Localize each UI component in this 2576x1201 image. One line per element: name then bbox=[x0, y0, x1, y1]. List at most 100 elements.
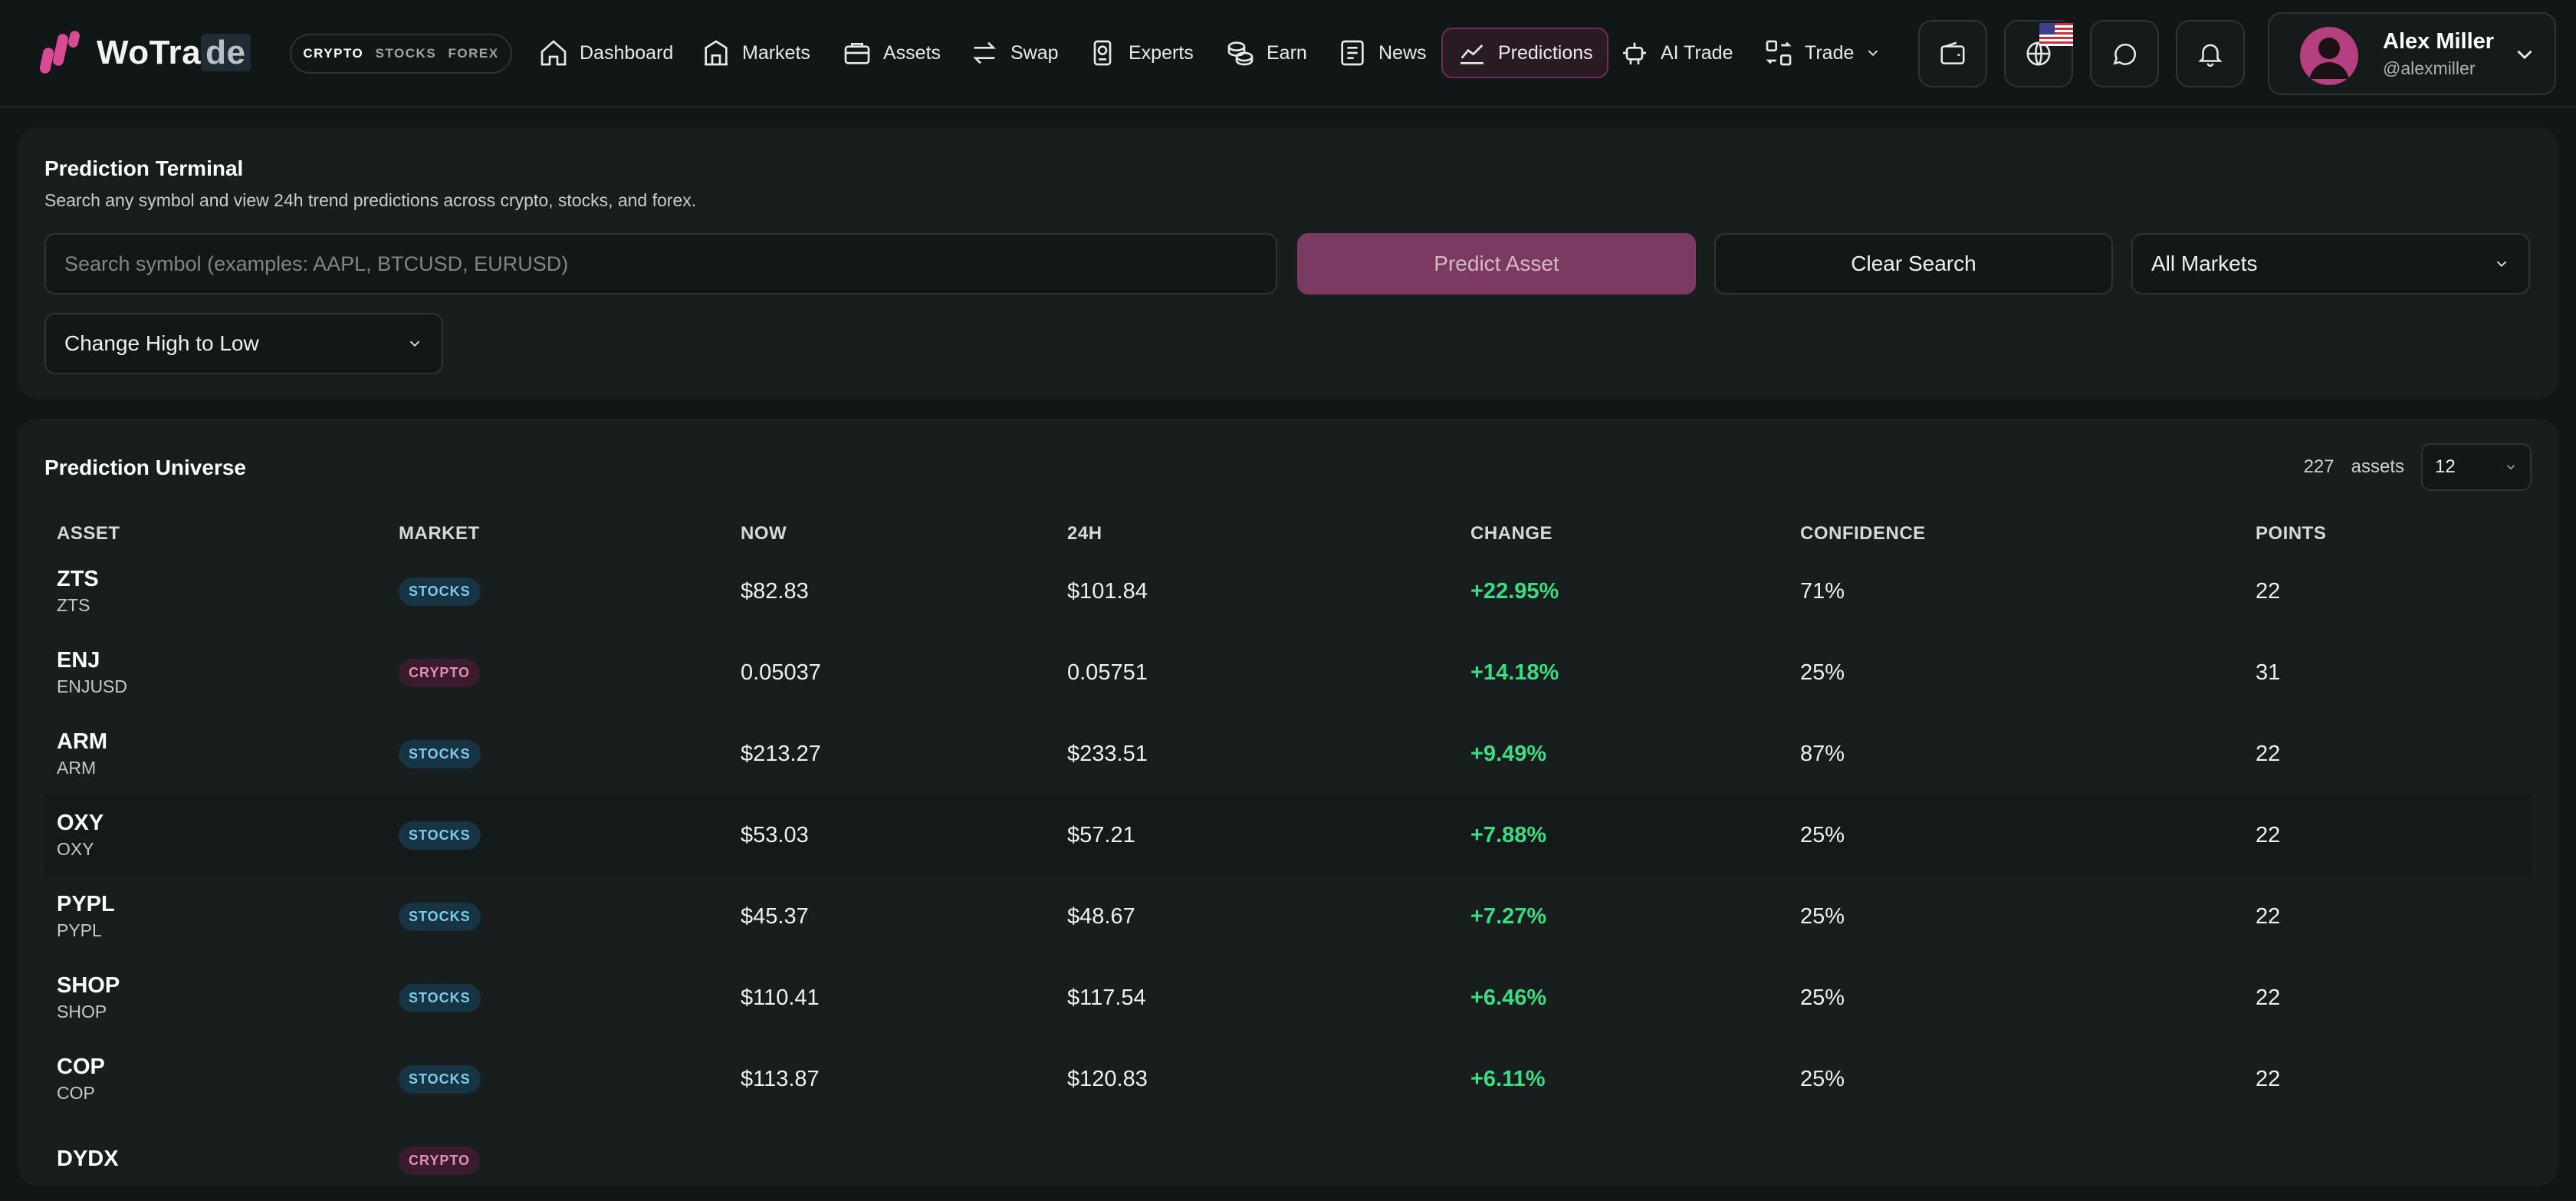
nav-predictions[interactable]: Predictions bbox=[1441, 28, 1608, 78]
chevron-down-icon bbox=[2506, 465, 2515, 470]
language-button[interactable] bbox=[2004, 20, 2073, 87]
change-cell: +14.18% bbox=[1470, 660, 1559, 685]
brand-name: WoTra de bbox=[97, 34, 251, 72]
briefcase-icon bbox=[844, 43, 870, 64]
chat-icon bbox=[2113, 43, 2136, 65]
change-cell: +9.49% bbox=[1470, 741, 1547, 766]
market-cell: STOCKS bbox=[386, 957, 728, 1038]
nav-news[interactable]: News bbox=[1323, 28, 1441, 78]
market-cell: STOCKS bbox=[386, 1038, 728, 1120]
nav-experts[interactable]: Experts bbox=[1073, 28, 1208, 78]
points-cell bbox=[2243, 1120, 2532, 1201]
sort-select[interactable]: Change High to Low bbox=[44, 313, 443, 374]
points-cell: 31 bbox=[2256, 660, 2281, 685]
sort-value: Change High to Low bbox=[64, 331, 259, 355]
predicted-24h-cell: $120.83 bbox=[1067, 1066, 1148, 1091]
market-badge: CRYPTO bbox=[399, 1147, 481, 1175]
change-cell: +22.95% bbox=[1470, 578, 1559, 604]
now-price-cell bbox=[728, 1120, 1055, 1201]
asset-symbol: ZTS bbox=[57, 567, 99, 591]
asset-ticker: ENJUSD bbox=[57, 676, 128, 696]
nav-trade[interactable]: Trade bbox=[1750, 28, 1895, 78]
newspaper-icon bbox=[1341, 40, 1364, 66]
chart-line-icon bbox=[1460, 44, 1484, 64]
market-badge: STOCKS bbox=[399, 903, 481, 931]
notifications-button[interactable] bbox=[2176, 20, 2245, 87]
market-switch-forex[interactable]: FOREX bbox=[449, 46, 499, 61]
nav-markets[interactable]: Markets bbox=[687, 28, 824, 78]
predicted-24h-cell: 0.05751 bbox=[1067, 660, 1148, 685]
column-header-24h[interactable]: 24H bbox=[1055, 517, 1458, 551]
asset-count: 227 assets 12 bbox=[2304, 443, 2532, 491]
asset-ticker: ZTS bbox=[57, 595, 90, 615]
asset-cell: SHOP SHOP bbox=[44, 957, 386, 1038]
bank-icon bbox=[705, 40, 728, 66]
asset-symbol: PYPL bbox=[57, 892, 115, 916]
market-switch-crypto[interactable]: CRYPTO bbox=[303, 46, 363, 61]
column-header-asset[interactable]: ASSET bbox=[44, 517, 386, 551]
home-icon bbox=[540, 40, 567, 66]
column-header-confidence[interactable]: CONFIDENCE bbox=[1788, 517, 2243, 551]
asset-cell: ENJ ENJUSD bbox=[44, 632, 386, 713]
brand-logo[interactable]: WoTra de bbox=[39, 29, 251, 77]
column-header-points[interactable]: POINTS bbox=[2243, 517, 2532, 551]
table-row[interactable]: ENJ ENJUSD CRYPTO 0.05037 0.05751 +14.18% 25% 3… bbox=[44, 632, 2532, 713]
column-header-change[interactable]: CHANGE bbox=[1458, 517, 1788, 551]
confidence-cell: 25% bbox=[1800, 660, 1845, 685]
asset-cell: OXY OXY bbox=[44, 795, 386, 876]
table-row[interactable]: ARM ARM STOCKS $213.27 $233.51 +9.49% 87% 22 bbox=[44, 713, 2532, 795]
market-cell: STOCKS bbox=[386, 713, 728, 795]
page-size-value: 12 bbox=[2435, 456, 2456, 477]
clear-search-button[interactable]: Clear Search bbox=[1714, 233, 2113, 294]
top-navigation: WoTra de CRYPTO STOCKS FOREX Dashboard Ma… bbox=[0, 0, 2576, 107]
market-filter-select[interactable]: All Markets bbox=[2131, 233, 2530, 294]
nav-earn[interactable]: Earn bbox=[1211, 28, 1321, 78]
market-switch: CRYPTO STOCKS FOREX bbox=[290, 34, 512, 74]
asset-cell: ZTS ZTS bbox=[44, 551, 386, 632]
market-badge: STOCKS bbox=[399, 1065, 481, 1094]
asset-symbol: ENJ bbox=[57, 648, 100, 673]
chevron-down-icon bbox=[2517, 50, 2532, 60]
nav-ai-trade[interactable]: AI Trade bbox=[1605, 28, 1747, 78]
table-header-row: ASSET MARKET NOW 24H CHANGE CONFIDENCE P… bbox=[44, 517, 2532, 551]
asset-count-value: 227 bbox=[2303, 456, 2334, 477]
column-header-market[interactable]: MARKET bbox=[386, 517, 728, 551]
asset-symbol: SHOP bbox=[57, 973, 120, 998]
page-size-select[interactable]: 12 bbox=[2421, 443, 2532, 491]
table-row[interactable]: SHOP SHOP STOCKS $110.41 $117.54 +6.46% 25% 22 bbox=[44, 957, 2532, 1038]
user-name: Alex Miller bbox=[2383, 29, 2495, 54]
nav-swap[interactable]: Swap bbox=[955, 28, 1073, 78]
table-row[interactable]: ZTS ZTS STOCKS $82.83 $101.84 +22.95% 71% 22 bbox=[44, 551, 2532, 632]
now-price-cell: $110.41 bbox=[741, 985, 820, 1010]
symbol-search-input[interactable] bbox=[44, 233, 1277, 294]
nav-assets[interactable]: Assets bbox=[828, 28, 955, 78]
change-cell: +6.46% bbox=[1470, 985, 1547, 1010]
messages-button[interactable] bbox=[2090, 20, 2159, 87]
table-row[interactable]: DYDX CRYPTO bbox=[44, 1120, 2532, 1201]
prediction-universe-panel: Prediction Universe 227 assets 12 ASSET … bbox=[18, 419, 2558, 1186]
change-cell bbox=[1458, 1120, 1788, 1201]
predict-asset-button[interactable]: Predict Asset bbox=[1297, 233, 1696, 294]
nav-dashboard[interactable]: Dashboard bbox=[524, 28, 687, 78]
confidence-cell: 25% bbox=[1788, 795, 2243, 876]
change-cell: +7.88% bbox=[1458, 795, 1788, 876]
column-header-now[interactable]: NOW bbox=[728, 517, 1055, 551]
confidence-cell bbox=[1788, 1120, 2243, 1201]
points-cell: 22 bbox=[2256, 1066, 2281, 1091]
user-profile-menu[interactable]: Alex Miller @alexmiller bbox=[2268, 12, 2556, 95]
market-badge: STOCKS bbox=[399, 740, 481, 768]
confidence-cell: 25% bbox=[1800, 903, 1845, 929]
wallet-button[interactable] bbox=[1918, 20, 1987, 87]
asset-symbol: DYDX bbox=[57, 1146, 119, 1171]
nav-assets-label: Assets bbox=[883, 41, 941, 64]
table-row[interactable]: COP COP STOCKS $113.87 $120.83 +6.11% 25% 22 bbox=[44, 1038, 2532, 1120]
market-switch-stocks[interactable]: STOCKS bbox=[376, 46, 437, 61]
table-row[interactable]: PYPL PYPL STOCKS $45.37 $48.67 +7.27% 25% 22 bbox=[44, 876, 2532, 957]
table-row[interactable]: OXY OXY STOCKS $53.03 $57.21 +7.88% 25% 22 bbox=[44, 795, 2532, 876]
asset-cell: DYDX bbox=[44, 1120, 386, 1201]
now-price-cell: $82.83 bbox=[741, 578, 809, 604]
user-avatar-icon bbox=[2300, 27, 2358, 85]
now-price-cell: $113.87 bbox=[741, 1066, 820, 1091]
robot-icon bbox=[1623, 42, 1646, 64]
confidence-cell: 71% bbox=[1800, 578, 1845, 604]
